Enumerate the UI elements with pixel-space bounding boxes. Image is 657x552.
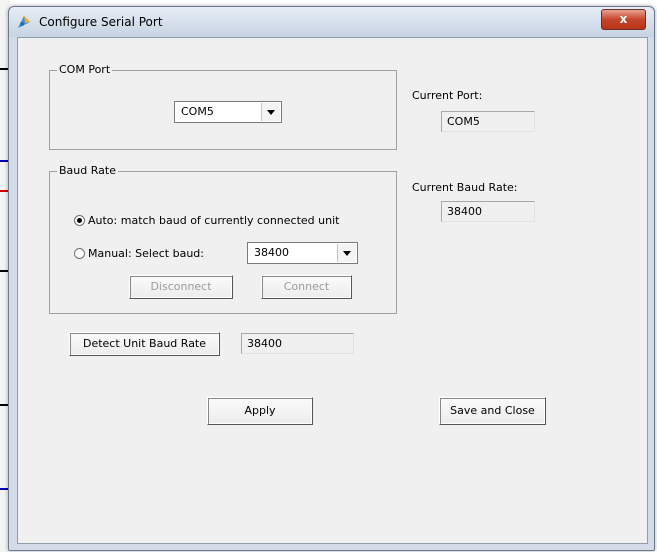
background-mark [0,404,8,406]
manual-baud-dropdown[interactable]: 38400 [247,242,358,264]
current-baud-value: 38400 [441,201,535,222]
chevron-down-icon[interactable] [337,244,356,262]
manual-baud-selected: 38400 [254,246,289,259]
chevron-down-icon[interactable] [261,103,280,121]
close-button[interactable]: x [601,9,646,30]
background-mark [0,488,8,490]
current-baud-label: Current Baud Rate: [412,181,518,194]
baud-rate-group: Baud Rate Auto: match baud of currently … [49,164,397,314]
detected-baud-value: 38400 [241,333,354,354]
window-title: Configure Serial Port [39,15,163,29]
auto-baud-label: Auto: match baud of currently connected … [88,214,340,227]
background-mark [0,270,8,272]
configure-serial-port-dialog: Configure Serial Port x COM Port COM5 Cu… [8,6,655,551]
apply-button[interactable]: Apply [207,397,313,425]
baud-rate-group-label: Baud Rate [57,164,118,178]
detect-baud-button[interactable]: Detect Unit Baud Rate [69,332,220,356]
current-port-label: Current Port: [412,89,483,102]
com-port-group: COM Port COM5 [49,63,397,150]
background-mark [0,160,8,162]
radio-selected-icon[interactable] [74,215,85,226]
com-port-selected: COM5 [181,105,214,118]
background-mark [0,68,8,70]
connect-button[interactable]: Connect [261,275,352,299]
title-bar[interactable]: Configure Serial Port x [9,7,654,37]
dialog-body: COM Port COM5 Current Port: COM5 Baud Ra… [17,37,648,544]
app-icon [18,16,30,28]
current-port-value: COM5 [441,111,535,132]
manual-baud-label: Manual: Select baud: [88,247,204,260]
save-and-close-button[interactable]: Save and Close [439,397,546,425]
disconnect-button[interactable]: Disconnect [129,275,233,299]
background-mark [0,190,8,192]
com-port-dropdown[interactable]: COM5 [174,101,282,123]
radio-unselected-icon[interactable] [74,248,85,259]
com-port-group-label: COM Port [57,63,113,77]
